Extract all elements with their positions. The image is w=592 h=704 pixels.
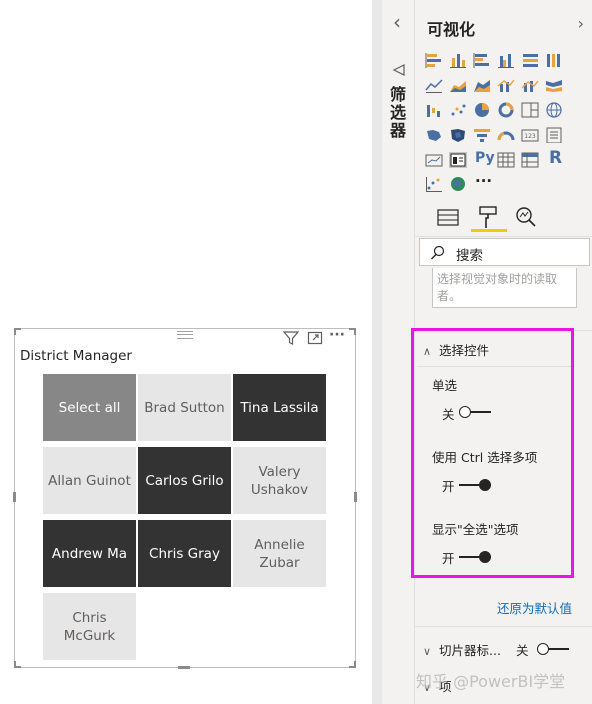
slicer-header-toggle[interactable] [537,643,569,655]
key-influencers-icon[interactable] [425,176,443,192]
slicer-visual-icon[interactable] [449,152,467,168]
waterfall-chart-icon[interactable] [425,102,443,118]
section-divider-2 [415,626,592,627]
pane-title: 可视化 [427,20,476,39]
slicer-tile[interactable]: Select all [43,374,136,441]
card-icon[interactable]: 123 [521,127,539,143]
alt-text-placeholder: 选择视觉对象时的读取者。 [437,272,558,303]
line-and-column-chart-icon[interactable] [497,77,515,93]
watermark: 知乎 @PowerBI学堂 [416,672,566,691]
r-visual-icon[interactable]: R [549,148,562,168]
chevron-down-icon: ∨ [423,645,432,658]
slicer-header-section[interactable]: ∨ 切片器标... [423,640,501,659]
alt-text-input[interactable]: 选择视觉对象时的读取者。 [432,268,577,308]
tab-format-paint-roller-icon[interactable] [475,204,501,230]
resize-handle-left[interactable] [13,492,16,502]
pane-divider [372,0,382,704]
filters-label: 筛选器 [390,85,407,140]
line-chart-icon[interactable] [425,77,443,93]
format-search-input[interactable]: 搜索 [419,238,590,266]
python-visual-icon[interactable]: Py [475,150,495,166]
more-visuals-icon[interactable]: ··· [475,172,492,190]
table-icon[interactable] [497,152,515,168]
filled-map-icon[interactable] [425,127,443,143]
resize-handle-tr-v[interactable] [354,328,356,335]
focus-mode-icon[interactable] [307,330,323,350]
active-tab-underline [471,229,507,232]
100-stacked-bar-icon[interactable] [521,52,539,68]
drag-grip[interactable] [177,331,193,339]
slicer-visual[interactable]: ··· District Manager Select all Brad Sutt… [13,327,357,669]
search-placeholder: 搜索 [456,248,483,264]
resize-handle-bottom[interactable] [178,666,190,669]
slicer-tile[interactable]: Tina Lassila [233,374,326,441]
area-chart-icon[interactable] [449,77,467,93]
gauge-icon[interactable] [497,127,515,143]
multi-row-card-icon[interactable] [545,127,563,143]
pie-chart-icon[interactable] [473,102,491,118]
arcgis-map-icon[interactable] [449,176,467,192]
tab-fields-icon[interactable] [435,204,461,230]
line-and-stacked-column-icon[interactable] [521,77,539,93]
expand-chevron-icon[interactable]: › [578,14,584,33]
map-icon[interactable] [545,102,563,118]
slicer-tile[interactable]: Allan Guinot [43,447,136,514]
filter-icon[interactable] [282,330,300,350]
tab-analytics-icon[interactable] [513,204,539,230]
slicer-tile[interactable]: Carlos Grilo [138,447,231,514]
slicer-tile[interactable]: Annelie Zubar [233,520,326,587]
100-stacked-column-icon[interactable] [545,52,563,68]
pane-tabs [415,198,592,237]
shape-map-icon[interactable] [449,127,467,143]
clustered-bar-chart-icon[interactable] [473,52,491,68]
filter-arrow-icon [392,62,406,81]
search-icon [431,245,445,260]
slicer-tile[interactable]: Chris Gray [138,520,231,587]
slicer-tile[interactable]: Valery Ushakov [233,447,326,514]
matrix-icon[interactable] [521,152,539,168]
kpi-icon[interactable] [425,152,443,168]
resize-handle-br-v[interactable] [354,661,356,668]
treemap-icon[interactable] [521,102,539,118]
resize-handle-right[interactable] [354,492,357,502]
slicer-tile[interactable]: Chris McGurk [43,593,136,660]
stacked-bar-chart-icon[interactable] [425,52,443,68]
more-options-icon[interactable]: ··· [329,327,345,343]
slicer-title: District Manager [20,348,132,364]
stacked-area-chart-icon[interactable] [473,77,491,93]
slicer-header-title: 切片器标... [439,643,501,658]
ribbon-chart-icon[interactable] [545,77,563,93]
scatter-chart-icon[interactable] [449,102,467,118]
slicer-tile[interactable]: Brad Sutton [138,374,231,441]
highlight-box [411,328,574,578]
slicer-header-state: 关 [516,643,529,658]
resize-handle-bl-v[interactable] [14,661,16,668]
funnel-icon[interactable] [473,127,491,143]
slicer-tile[interactable]: Andrew Ma [43,520,136,587]
svg-text:123: 123 [524,133,536,140]
collapse-chevron-icon[interactable]: ‹ [393,10,401,34]
donut-chart-icon[interactable] [497,102,515,118]
stacked-column-chart-icon[interactable] [449,52,467,68]
clustered-column-chart-icon[interactable] [497,52,515,68]
report-canvas: ··· District Manager Select all Brad Sutt… [0,0,372,704]
reset-to-default-link[interactable]: 还原为默认值 [497,598,572,617]
resize-handle-tl-v[interactable] [14,328,16,335]
